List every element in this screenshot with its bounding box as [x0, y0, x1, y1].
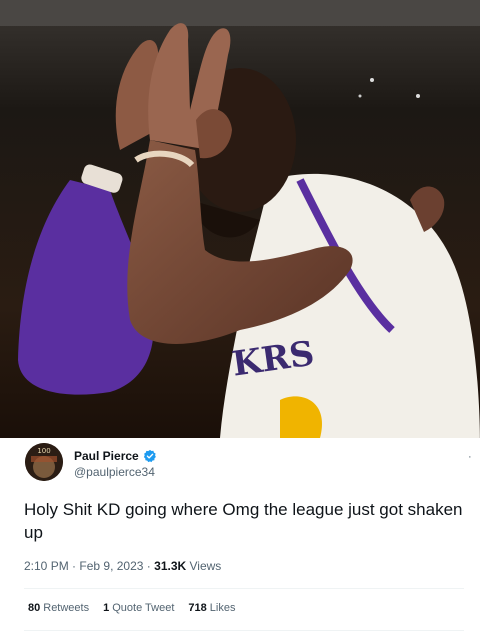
tweet-media-image[interactable]: KRS	[0, 0, 480, 438]
quotes-count: 1	[103, 602, 110, 614]
likes-count: 718	[188, 602, 207, 614]
likes-label: Likes	[209, 602, 236, 614]
quotes-label: Quote Tweet	[112, 602, 175, 614]
tweet-text: Holy Shit KD going where Omg the league …	[24, 500, 463, 542]
author-display-name[interactable]: Paul Pierce	[74, 449, 139, 463]
retweets-label: Retweets	[43, 602, 90, 614]
engagement-stats: 80 Retweets 1 Quote Tweet 718 Likes	[28, 602, 249, 614]
retweets-count: 80	[28, 602, 41, 614]
player-gesture-photo: KRS	[0, 0, 480, 438]
tweet-date[interactable]: Feb 9, 2023	[79, 559, 143, 573]
quote-tweets-stat[interactable]: 1 Quote Tweet	[103, 602, 174, 614]
avatar-text: 100	[37, 447, 51, 455]
avatar[interactable]: 100	[25, 443, 63, 481]
retweets-stat[interactable]: 80 Retweets	[28, 602, 89, 614]
more-options-icon[interactable]: ·	[468, 451, 472, 463]
views-count: 31.3K	[154, 559, 190, 573]
author-name-row[interactable]: Paul Pierce	[74, 448, 157, 464]
divider	[24, 588, 464, 589]
divider	[24, 630, 464, 631]
author-handle[interactable]: @paulpierce34	[74, 465, 155, 479]
views-label: Views	[189, 559, 222, 573]
tweet-time[interactable]: 2:10 PM	[24, 559, 69, 573]
tweet-metadata: 2:10 PM · Feb 9, 2023 · 31.3K Views	[24, 559, 221, 573]
verified-badge-icon	[143, 449, 157, 463]
likes-stat[interactable]: 718 Likes	[188, 602, 235, 614]
